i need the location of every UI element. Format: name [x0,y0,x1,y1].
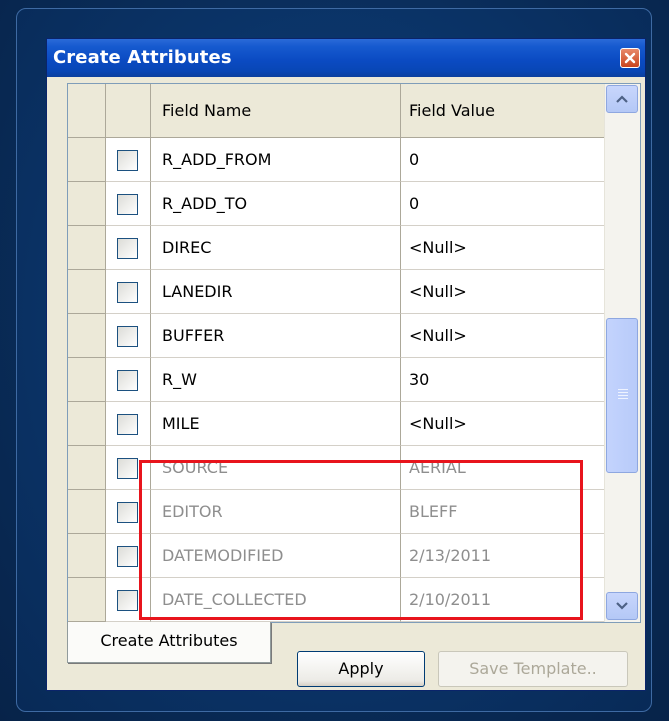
row-checkbox[interactable] [117,326,138,347]
field-name-cell[interactable]: R_ADD_FROM [151,138,401,182]
row-checkbox[interactable] [117,370,138,391]
close-button[interactable] [620,48,640,68]
scroll-down-button[interactable] [606,592,638,620]
field-name-cell[interactable]: R_ADD_TO [151,182,401,226]
row-checkbox[interactable] [117,238,138,259]
field-value-cell[interactable]: 30 [401,358,604,402]
thumb-grip [618,395,628,396]
field-value-cell[interactable]: <Null> [401,270,604,314]
field-name-cell[interactable]: LANEDIR [151,270,401,314]
row-header[interactable] [68,578,106,622]
table-row[interactable]: BUFFER <Null> [68,314,604,358]
row-checkbox-cell [106,402,151,446]
row-header[interactable] [68,534,106,578]
save-template-button[interactable]: Save Template.. [438,651,628,687]
table-row[interactable]: R_W 30 [68,358,604,402]
table-row[interactable]: R_ADD_FROM 0 [68,138,604,182]
grid-header-row: Field Name Field Value [68,84,604,138]
title-bar[interactable]: Create Attributes [47,39,645,77]
field-name-cell[interactable]: MILE [151,402,401,446]
row-header[interactable] [68,402,106,446]
row-checkbox-cell [106,314,151,358]
row-header[interactable] [68,490,106,534]
row-checkbox[interactable] [117,282,138,303]
tab-create-attributes[interactable]: Create Attributes [67,622,271,663]
scroll-up-button[interactable] [606,85,638,113]
window-title: Create Attributes [53,47,232,68]
row-checkbox[interactable] [117,150,138,171]
highlight-box [139,460,583,620]
row-checkbox-cell [106,138,151,182]
table-row[interactable]: LANEDIR <Null> [68,270,604,314]
row-header[interactable] [68,358,106,402]
row-checkbox-cell [106,270,151,314]
thumb-grip [618,389,628,390]
thumb-grip [618,392,628,393]
row-checkbox[interactable] [117,194,138,215]
row-header[interactable] [68,182,106,226]
field-name-cell[interactable]: BUFFER [151,314,401,358]
field-value-cell[interactable]: 0 [401,138,604,182]
row-checkbox[interactable] [117,546,138,567]
row-checkbox-cell [106,182,151,226]
thumb-grip [618,398,628,399]
close-icon [624,52,636,64]
table-row[interactable]: R_ADD_TO 0 [68,182,604,226]
table-row[interactable]: MILE <Null> [68,402,604,446]
row-checkbox-cell [106,358,151,402]
chevron-down-icon [616,602,628,610]
field-value-cell[interactable]: 0 [401,182,604,226]
column-header-field-value[interactable]: Field Value [401,84,604,138]
field-value-cell[interactable]: <Null> [401,226,604,270]
vertical-scrollbar[interactable] [604,84,640,622]
table-row[interactable]: DIREC <Null> [68,226,604,270]
column-header-field-name[interactable]: Field Name [151,84,401,138]
row-header[interactable] [68,226,106,270]
row-checkbox[interactable] [117,590,138,611]
field-value-cell[interactable]: <Null> [401,402,604,446]
row-checkbox[interactable] [117,414,138,435]
field-name-cell[interactable]: DIREC [151,226,401,270]
header-check-column [106,84,151,138]
row-checkbox[interactable] [117,502,138,523]
header-corner [68,84,106,138]
field-name-cell[interactable]: R_W [151,358,401,402]
row-checkbox-cell [106,226,151,270]
create-attributes-window: Create Attributes Field Name Field Value… [46,38,646,691]
field-value-cell[interactable]: <Null> [401,314,604,358]
apply-button[interactable]: Apply [297,651,425,687]
row-header[interactable] [68,314,106,358]
row-header[interactable] [68,270,106,314]
row-header[interactable] [68,446,106,490]
scroll-thumb[interactable] [606,318,638,473]
row-header[interactable] [68,138,106,182]
row-checkbox[interactable] [117,458,138,479]
chevron-up-icon [616,95,628,103]
